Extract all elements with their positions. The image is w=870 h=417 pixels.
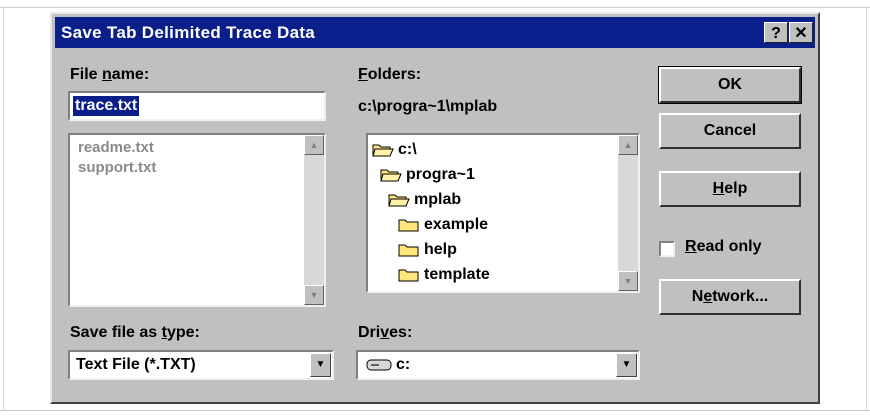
file-name-label: File name:	[70, 66, 150, 83]
save-type-dropdown[interactable]: Text File (*.TXT) ▼	[68, 350, 334, 380]
drives-label: Drives:	[358, 324, 413, 341]
dialog-title: Save Tab Delimited Trace Data	[61, 23, 316, 42]
file-list-scrollbar[interactable]: ▲ ▼	[304, 135, 324, 305]
current-path: c:\progra~1\mplab	[358, 98, 498, 115]
folders-label: Folders:	[358, 66, 422, 83]
chevron-down-icon[interactable]: ▼	[310, 353, 331, 377]
drive-value: c:	[396, 356, 411, 373]
read-only-label[interactable]: Read only	[685, 238, 761, 256]
title-bar[interactable]: Save Tab Delimited Trace Data ? ✕	[55, 17, 815, 48]
page-frame-top	[0, 7, 870, 8]
scroll-down-arrow-icon[interactable]: ▼	[304, 285, 324, 305]
scroll-up-arrow-icon[interactable]: ▲	[304, 135, 324, 155]
chevron-down-icon[interactable]: ▼	[616, 353, 637, 377]
folder-icon	[398, 244, 419, 257]
read-only-checkbox[interactable]	[659, 241, 675, 257]
save-type-value: Text File (*.TXT)	[76, 356, 196, 373]
cancel-button[interactable]: Cancel	[659, 113, 801, 149]
help-question-button[interactable]: ?	[764, 22, 788, 43]
save-type-label: Save file as type:	[70, 324, 200, 341]
drives-dropdown[interactable]: c: ▼	[356, 350, 640, 380]
folder-tree-scrollbar[interactable]: ▲ ▼	[618, 135, 638, 291]
open-folder-icon	[380, 169, 402, 182]
close-button[interactable]: ✕	[789, 22, 813, 43]
page-frame-right	[866, 7, 867, 411]
file-item-support[interactable]: support.txt	[78, 159, 156, 176]
save-dialog: Save Tab Delimited Trace Data ? ✕ File n…	[50, 12, 820, 404]
folder-icon	[398, 269, 419, 282]
open-folder-icon	[388, 194, 410, 207]
file-name-input[interactable]: trace.txt	[68, 91, 326, 121]
page-frame-left	[3, 7, 4, 411]
folder-icon	[398, 219, 419, 232]
file-item-readme[interactable]: readme.txt	[78, 139, 154, 156]
network-button[interactable]: Network...	[659, 279, 801, 315]
hard-drive-icon	[366, 359, 392, 371]
ok-button[interactable]: OK	[658, 66, 802, 104]
file-list[interactable]: readme.txt support.txt ▲ ▼	[68, 133, 326, 307]
folder-tree[interactable]: c:\ progra~1 mplab example help template…	[366, 133, 640, 293]
help-button[interactable]: Help	[659, 171, 801, 207]
page-frame-bottom	[0, 410, 870, 411]
file-name-value: trace.txt	[73, 96, 140, 116]
scroll-up-arrow-icon[interactable]: ▲	[618, 135, 638, 155]
open-folder-icon	[372, 144, 394, 157]
scroll-down-arrow-icon[interactable]: ▼	[618, 271, 638, 291]
